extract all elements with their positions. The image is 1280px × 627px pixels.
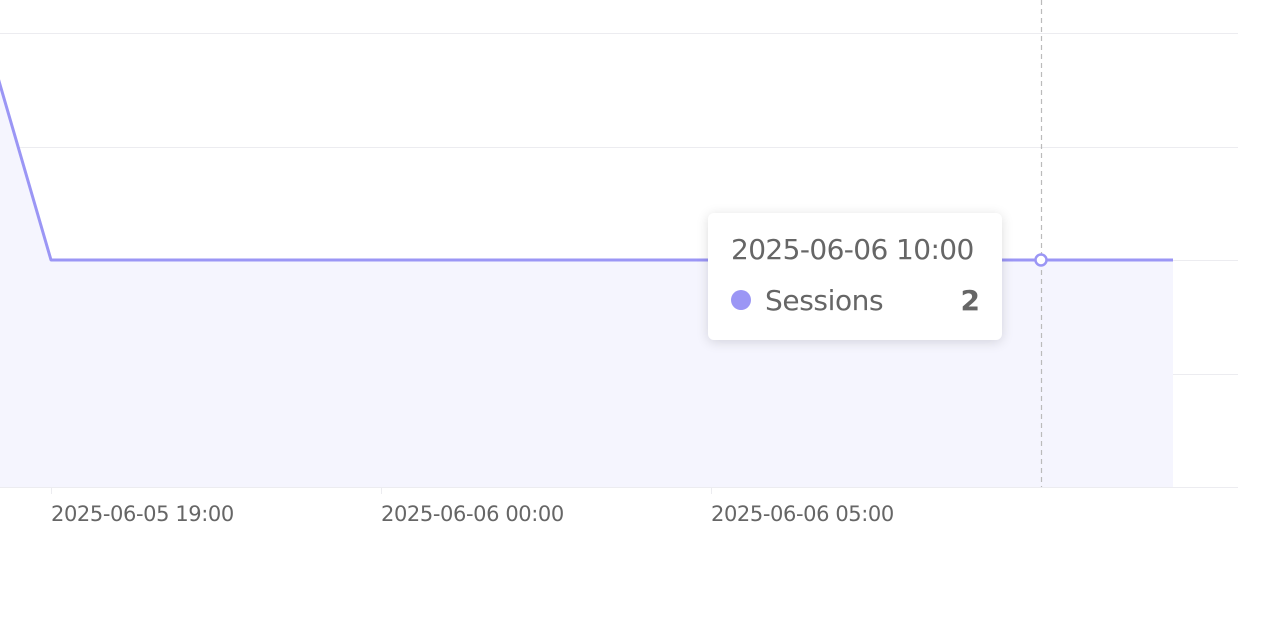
tooltip-row: Sessions 2 xyxy=(731,282,980,318)
tooltip-series-value: 2 xyxy=(960,283,980,317)
hover-markers xyxy=(1034,253,1048,267)
x-tick-label: 2025-06-06 05:00 xyxy=(711,502,894,526)
series-dot-icon xyxy=(731,290,751,310)
tooltip-series-name: Sessions xyxy=(765,283,884,317)
tooltip-title: 2025-06-06 10:00 xyxy=(731,233,974,266)
sessions-area-chart: 2025-06-05 19:00 2025-06-06 00:00 2025-06-… xyxy=(0,0,1280,623)
chart-tooltip: 2025-06-06 10:00 Sessions 2 xyxy=(708,213,1002,340)
x-axis: 2025-06-05 19:00 2025-06-06 00:00 2025-06-… xyxy=(0,487,1238,526)
chart-canvas: 2025-06-05 19:00 2025-06-06 00:00 2025-06-… xyxy=(0,0,1238,526)
x-tick-label: 2025-06-06 00:00 xyxy=(381,502,564,526)
x-tick-label: 2025-06-05 19:00 xyxy=(51,502,234,526)
hover-point xyxy=(1034,253,1048,267)
